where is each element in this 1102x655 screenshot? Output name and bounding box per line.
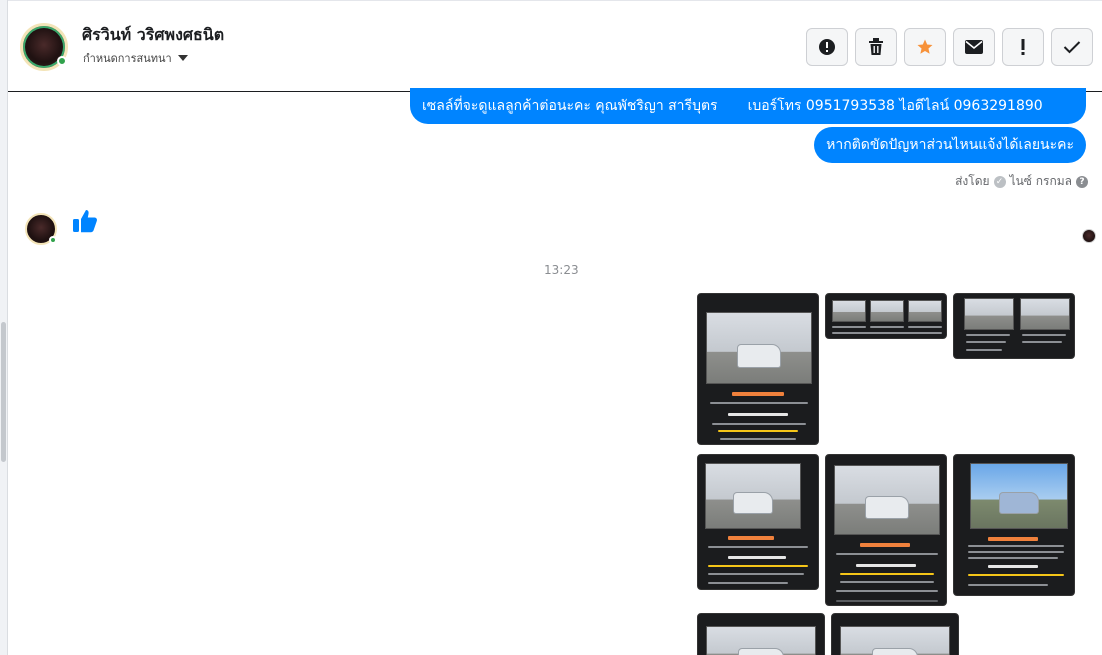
thumbs-up-icon [73,210,97,233]
sent-by-label: ส่งโดย [955,174,990,188]
caret-down-icon [177,55,188,61]
image-attachment[interactable] [825,454,947,606]
outgoing-message[interactable]: หากติดขัดปัญหาส่วนไหนแจ้งได้เลยนะคะ [814,127,1086,163]
conversation-toolbar [806,28,1093,66]
checkmark-icon [1063,41,1081,54]
trash-icon [869,38,883,55]
image-attachment[interactable] [953,454,1075,596]
contact-name[interactable]: ศิรวินท์ วริศพงศธนิต [82,23,224,48]
message-thread: เซลล์ที่จะดูแลลูกค้าต่อนะคะ คุณพัชริญา ส… [8,88,1102,655]
contact-avatar-small[interactable] [25,213,57,245]
contact-avatar[interactable] [20,23,68,71]
follow-up-button[interactable] [1002,28,1044,66]
envelope-icon [965,40,983,54]
image-attachment[interactable] [697,454,819,590]
chat-window: ศิรวินท์ วริศพงศธนิต กำหนดการสนทนา เซลล์… [0,0,1102,655]
conversation-header: ศิรวินท์ วริศพงศธนิต กำหนดการสนทนา [8,0,1102,92]
assign-conversation-dropdown[interactable]: กำหนดการสนทนา [83,49,188,67]
message-text: เซลล์ที่จะดูแลลูกค้าต่อนะคะ คุณพัชริญา ส… [422,98,718,114]
delete-button[interactable] [855,28,897,66]
online-status-dot [49,236,57,244]
assign-conversation-label: กำหนดการสนทนา [83,52,172,65]
scrollbar-thumb[interactable] [1,322,6,462]
help-icon[interactable]: ? [1076,175,1088,188]
mark-unread-button[interactable] [953,28,995,66]
image-attachment[interactable] [831,613,959,655]
online-status-dot [57,56,67,66]
read-receipt-avatar [1082,229,1096,243]
message-text: เบอร์โทร 0951793538 ไอดีไลน์ 0963291890 [747,98,1043,114]
sent-by-name: ไนซ์ กรกมล [1009,174,1072,188]
sent-by-info: ส่งโดย ✓ ไนซ์ กรกมล ? [955,172,1088,191]
star-icon [917,39,933,54]
message-text: หากติดขัดปัญหาส่วนไหนแจ้งได้เลยนะคะ [826,137,1074,153]
star-button[interactable] [904,28,946,66]
image-attachment[interactable] [825,293,947,339]
mark-spam-button[interactable] [806,28,848,66]
image-attachment[interactable] [953,293,1075,359]
image-attachment[interactable] [697,613,825,655]
exclamation-icon [1021,39,1025,55]
outgoing-message[interactable]: เซลล์ที่จะดูแลลูกค้าต่อนะคะ คุณพัชริญา ส… [410,88,1086,124]
alert-circle-icon [819,39,835,55]
image-attachment[interactable] [697,293,819,445]
timestamp: 13:23 [544,263,579,277]
verified-icon: ✓ [993,175,1006,188]
mark-done-button[interactable] [1051,28,1093,66]
left-scrollbar[interactable] [0,0,8,655]
